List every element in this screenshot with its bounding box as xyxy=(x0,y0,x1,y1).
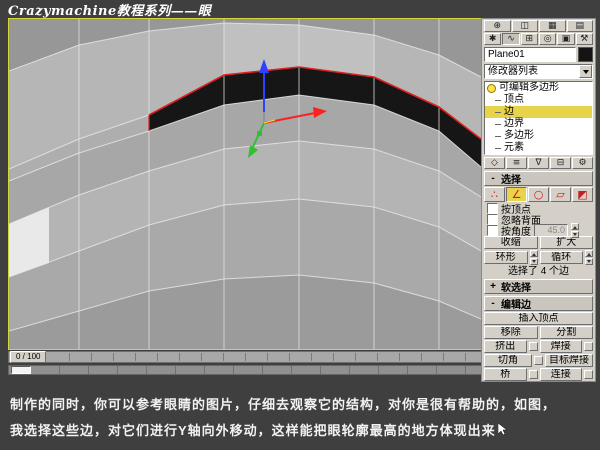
make-unique-icon[interactable]: ∇ xyxy=(528,157,549,169)
tutorial-screenshot: { "title": "Crazymachine教程系列——眼", "timel… xyxy=(0,0,600,450)
pin-stack-icon[interactable]: ◇ xyxy=(484,157,505,169)
time-slider-track[interactable] xyxy=(48,353,479,361)
modifier-stack: 可编辑多边形 顶点 边 边界 多边形 元素 xyxy=(484,81,593,155)
grow-button[interactable]: 扩大 xyxy=(539,236,593,249)
frame-field[interactable] xyxy=(11,366,31,374)
command-panel: ⊕ ◫ ▦ ▤ ✱ ∿ ⊞ ◎ ▣ ⚒ Plane01 修改器列表 可编辑多边形… xyxy=(481,18,596,382)
display-tab[interactable]: ▣ xyxy=(557,33,575,45)
create-tab[interactable]: ✱ xyxy=(484,33,502,45)
collapse-icon: - xyxy=(491,298,495,309)
mouse-cursor-icon xyxy=(497,418,508,444)
angle-spinner[interactable] xyxy=(571,222,579,238)
bridge-button[interactable]: 桥 xyxy=(484,368,527,381)
object-color-swatch[interactable] xyxy=(578,47,593,62)
stack-item-edge[interactable]: 边 xyxy=(485,106,592,118)
chamfer-button[interactable]: 切角 xyxy=(484,354,532,367)
stack-tools-row: ◇ ≡ ∇ ⊟ ⚙ xyxy=(484,157,593,169)
target-weld-button[interactable]: 目标焊接 xyxy=(545,354,593,367)
collapse-icon: - xyxy=(491,173,495,184)
object-name-field[interactable]: Plane01 xyxy=(484,47,576,62)
zoom-icon[interactable]: ⊕ xyxy=(484,20,511,32)
time-slider-handle[interactable]: 0 / 100 xyxy=(10,351,47,363)
track-bar[interactable] xyxy=(8,365,482,375)
angle-value-field[interactable]: 45.0 xyxy=(534,223,568,237)
stack-item-editable-poly[interactable]: 可编辑多边形 xyxy=(485,82,592,94)
connect-button[interactable]: 连接 xyxy=(539,368,582,381)
remove-button[interactable]: 移除 xyxy=(484,326,538,339)
time-slider[interactable]: 0 / 100 xyxy=(8,351,482,363)
caption-line-1: 制作的同时，你可以参考眼睛的图片，仔细去观察它的结构，对你是很有帮助的，如图， xyxy=(10,397,557,412)
extrude-settings-button[interactable] xyxy=(528,342,538,351)
ring-spinner[interactable] xyxy=(529,250,538,265)
page-title: Crazymachine教程系列——眼 xyxy=(8,4,212,19)
shrink-button[interactable]: 收缩 xyxy=(484,236,538,249)
motion-tab[interactable]: ◎ xyxy=(538,33,557,45)
ring-button[interactable]: 环形 xyxy=(484,251,528,264)
checkbox-icon[interactable] xyxy=(487,213,498,225)
chamfer-settings-button[interactable] xyxy=(534,356,543,365)
show-end-result-icon[interactable]: ≡ xyxy=(506,157,527,169)
tree-line xyxy=(495,99,501,101)
object-name-row: Plane01 xyxy=(484,47,593,62)
layers-icon[interactable]: ▤ xyxy=(566,20,593,32)
bridge-settings-button[interactable] xyxy=(528,370,538,379)
remove-modifier-icon[interactable]: ⊟ xyxy=(550,157,571,169)
stack-item-element[interactable]: 元素 xyxy=(485,142,592,154)
extrude-button[interactable]: 挤出 xyxy=(484,340,527,353)
weld-settings-button[interactable] xyxy=(584,342,593,351)
split-button[interactable]: 分割 xyxy=(539,326,593,339)
selection-status: 选择了 4 个边 xyxy=(507,266,570,277)
rollout-selection[interactable]: - 选择 xyxy=(484,171,593,186)
connect-settings-button[interactable] xyxy=(584,370,593,379)
tree-line xyxy=(495,123,501,125)
caption-line-2: 我选择这些边，对它们进行Y轴向外移动，这样能把眼轮廓最高的地方体现出来 xyxy=(10,418,596,444)
region-icon[interactable]: ◫ xyxy=(511,20,538,32)
tree-line xyxy=(495,147,501,149)
checkbox-icon[interactable] xyxy=(487,202,498,214)
polygon-mode-icon[interactable]: ▱ xyxy=(550,187,571,202)
hierarchy-tab[interactable]: ⊞ xyxy=(520,33,538,45)
loop-spinner[interactable] xyxy=(585,250,593,265)
rollout-edit-edges[interactable]: - 编辑边 xyxy=(484,296,593,311)
modifier-list-dropdown[interactable]: 修改器列表 xyxy=(484,64,593,79)
toolbar-icon-row: ⊕ ◫ ▦ ▤ xyxy=(484,20,593,32)
utilities-tab[interactable]: ⚒ xyxy=(575,33,593,45)
track-bar-ruler xyxy=(31,366,481,374)
caption-text: 制作的同时，你可以参考眼睛的图片，仔细去观察它的结构，对你是很有帮助的，如图， … xyxy=(10,392,596,444)
weld-button[interactable]: 焊接 xyxy=(539,340,582,353)
tree-line xyxy=(495,135,501,137)
expand-icon: + xyxy=(490,281,496,292)
grid-icon[interactable]: ▦ xyxy=(539,20,566,32)
border-mode-icon[interactable]: ○ xyxy=(528,187,549,202)
mesh-canvas xyxy=(9,19,481,349)
chevron-down-icon[interactable] xyxy=(579,65,592,78)
checkbox-icon[interactable] xyxy=(487,224,498,236)
element-mode-icon[interactable]: ◩ xyxy=(572,187,593,202)
configure-icon[interactable]: ⚙ xyxy=(572,157,593,169)
by-angle-checkbox[interactable]: 按角度 45.0 xyxy=(487,222,590,238)
command-panel-tabs: ✱ ∿ ⊞ ◎ ▣ ⚒ xyxy=(484,33,593,45)
tree-line xyxy=(495,111,501,113)
perspective-viewport[interactable] xyxy=(8,18,482,350)
stack-item-vertex[interactable]: 顶点 xyxy=(485,94,592,106)
modify-tab[interactable]: ∿ xyxy=(502,33,520,45)
rollout-soft-selection[interactable]: + 软选择 xyxy=(484,279,593,294)
stack-item-border[interactable]: 边界 xyxy=(485,118,592,130)
stack-item-polygon[interactable]: 多边形 xyxy=(485,130,592,142)
object-bulb-icon xyxy=(487,83,496,93)
insert-vertex-button[interactable]: 插入顶点 xyxy=(484,312,593,325)
loop-button[interactable]: 循环 xyxy=(539,251,583,264)
